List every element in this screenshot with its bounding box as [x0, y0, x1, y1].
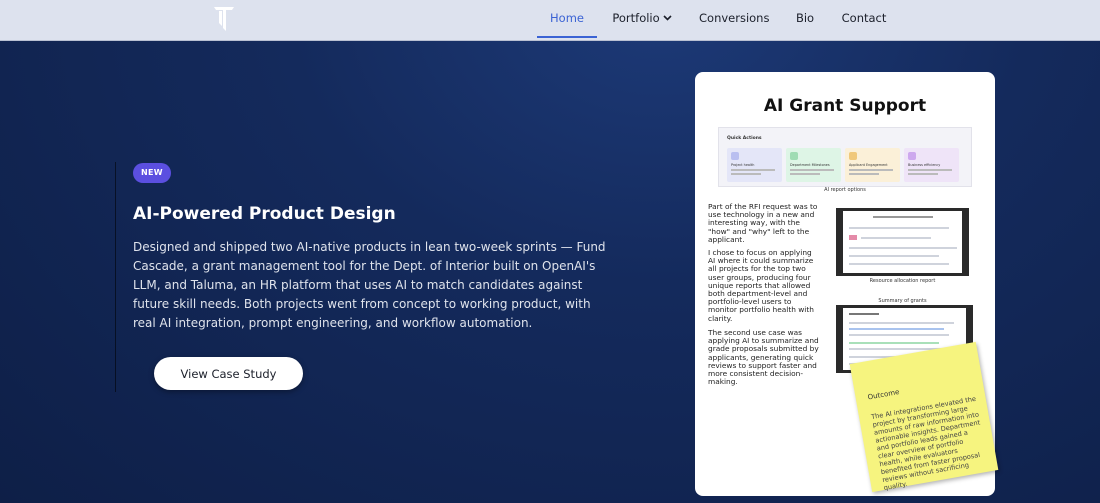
top-nav: Home Portfolio Conversions Bio Contact [0, 0, 1100, 41]
hero-description: Designed and shipped two AI-native produ… [133, 240, 606, 330]
tile-label: Applicant Engagement [849, 163, 888, 167]
qa-tile-business: Business efficiency [904, 148, 959, 182]
new-badge: NEW [133, 163, 171, 183]
nav-home[interactable]: Home [537, 0, 597, 38]
nav-contact[interactable]: Contact [841, 0, 887, 38]
tile-label: Department Milestones [790, 163, 830, 167]
caption-report-options: AI report options [824, 187, 866, 193]
outcome-sticky-note: Outcome The AI integrations elevated the… [849, 341, 999, 493]
tile-icon [908, 152, 916, 160]
nav-conversions[interactable]: Conversions [699, 0, 769, 38]
note-heading: Outcome [867, 387, 900, 402]
nav-portfolio[interactable]: Portfolio [612, 0, 672, 38]
card-paragraph-2: I chose to focus on applying AI where it… [708, 248, 814, 323]
quick-actions-heading: Quick Actions [727, 136, 762, 141]
qa-tile-project-health: Project health [727, 148, 782, 182]
logo-icon[interactable] [213, 6, 235, 32]
card-paragraph-3: The second use case was applying AI to s… [708, 328, 819, 387]
tile-icon [731, 152, 739, 160]
tile-icon [790, 152, 798, 160]
hero-title: AI-Powered Product Design [133, 204, 396, 224]
card-title: AI Grant Support [763, 96, 927, 116]
nav-portfolio-label: Portfolio [612, 11, 660, 25]
divider-line [115, 162, 116, 392]
tile-label: Business efficiency [908, 163, 941, 167]
tile-icon [849, 152, 857, 160]
qa-tile-applicant: Applicant Engagement [845, 148, 900, 182]
caption-resource-report: Resource allocation report [869, 278, 936, 284]
view-case-study-button[interactable]: View Case Study [154, 357, 303, 390]
caption-summary-of-grants: Summary of grants [878, 298, 927, 304]
quick-actions-screenshot: Quick Actions Project health Department … [718, 127, 972, 187]
chevron-down-icon [663, 14, 672, 21]
qa-tile-department: Department Milestones [786, 148, 841, 182]
tile-label: Project health [731, 163, 755, 167]
card-paragraph-1: Part of the RFI request was to use techn… [708, 202, 818, 244]
nav-bio[interactable]: Bio [793, 0, 817, 38]
resource-report-screenshot [836, 208, 969, 276]
